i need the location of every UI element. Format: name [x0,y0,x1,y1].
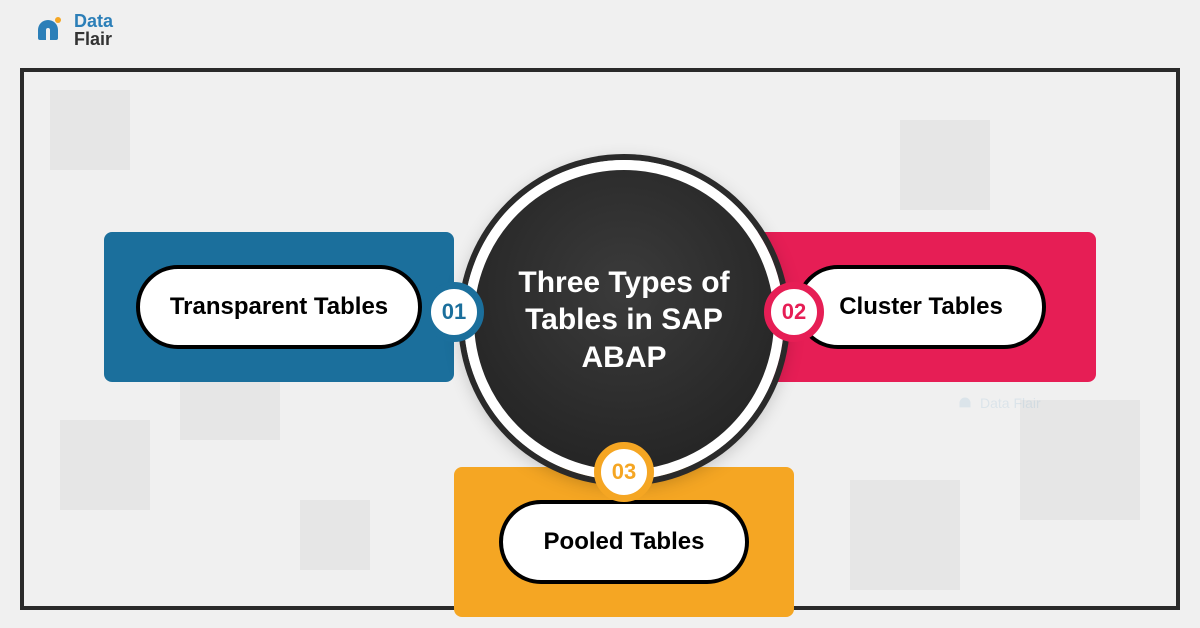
diagram-title: Three Types of Tables in SAP ABAP [474,264,774,377]
logo-text-2: Flair [74,29,112,49]
card-label: Transparent Tables [136,265,422,349]
logo-icon [28,10,68,50]
number-badge-03: 03 [594,442,654,502]
watermark: Data Flair [954,392,1041,414]
number-badge-02: 02 [764,282,824,342]
card-label: Cluster Tables [796,265,1046,349]
number-badge-01: 01 [424,282,484,342]
logo: Data Flair [28,10,113,50]
outer-frame: Three Types of Tables in SAP ABAP Transp… [20,68,1180,610]
logo-text-1: Data [74,11,113,31]
card-transparent-tables: Transparent Tables [104,232,454,382]
center-circle: Three Types of Tables in SAP ABAP [464,160,784,480]
card-label: Pooled Tables [499,500,749,584]
